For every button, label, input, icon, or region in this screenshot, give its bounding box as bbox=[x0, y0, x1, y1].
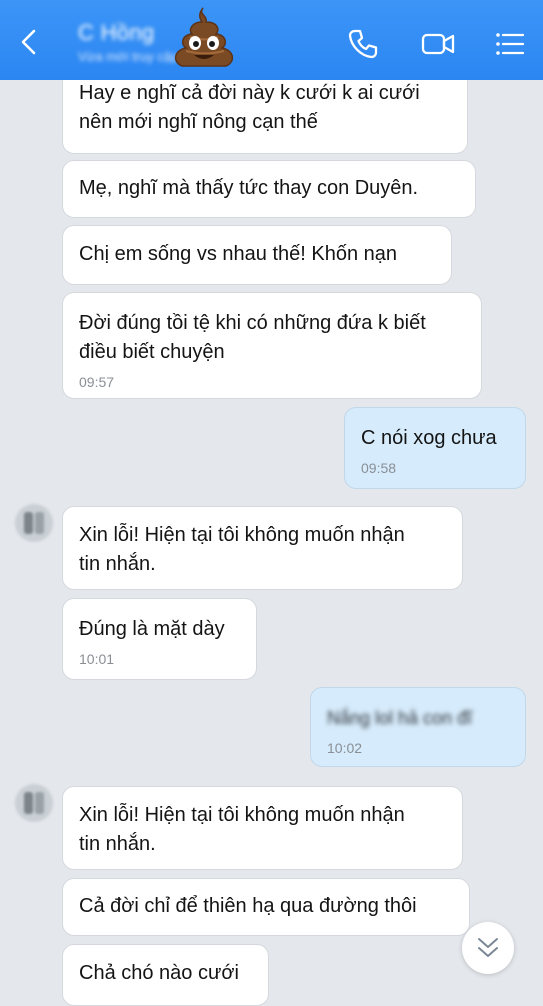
chat-header: C Hồng Vừa mới truy cập bbox=[0, 0, 543, 80]
message-bubble-sent[interactable]: C nói xog chưa 09:58 bbox=[344, 407, 526, 489]
message-bubble-received[interactable]: Đời đúng tồi tệ khi có những đứa k biết … bbox=[62, 292, 482, 399]
contact-name: C Hồng bbox=[78, 20, 155, 45]
message-text: tin nhắn. bbox=[79, 833, 156, 855]
message-bubble-received[interactable]: Chị em sống vs nhau thế! Khốn nạn bbox=[62, 225, 452, 285]
scroll-to-bottom-button[interactable] bbox=[462, 922, 514, 974]
video-call-icon[interactable] bbox=[420, 26, 456, 62]
menu-icon[interactable] bbox=[492, 26, 528, 62]
message-bubble-received[interactable]: Xin lỗi! Hiện tại tôi không muốn nhận ti… bbox=[62, 786, 463, 870]
contact-info[interactable]: C Hồng Vừa mới truy cập bbox=[78, 20, 178, 64]
message-text: Hay e nghĩ cả đời này k cưới k ai cưới bbox=[79, 82, 420, 104]
message-text: Đúng là mặt dày bbox=[79, 618, 225, 640]
message-bubble-sent[interactable]: Nắng lol hả con đĩ 10:02 bbox=[310, 687, 526, 767]
contact-avatar[interactable] bbox=[15, 504, 53, 542]
message-bubble-received[interactable]: Mẹ, nghĩ mà thấy tức thay con Duyên. bbox=[62, 160, 476, 218]
poop-emoji-icon bbox=[174, 7, 234, 67]
message-text: Xin lỗi! Hiện tại tôi không muốn nhận bbox=[79, 804, 405, 826]
message-text: Cả đời chỉ để thiên hạ qua đường thôi bbox=[79, 895, 417, 917]
message-timestamp: 09:58 bbox=[361, 460, 397, 476]
message-text: C nói xog chưa bbox=[361, 427, 497, 449]
message-text: Xin lỗi! Hiện tại tôi không muốn nhận bbox=[79, 524, 405, 546]
message-text: Nắng lol hả con đĩ bbox=[327, 708, 473, 728]
message-text: Mẹ, nghĩ mà thấy tức thay con Duyên. bbox=[79, 177, 419, 199]
message-timestamp: 10:01 bbox=[79, 651, 115, 667]
message-text: điều biết chuyện bbox=[79, 341, 225, 363]
message-bubble-received[interactable]: Đúng là mặt dày 10:01 bbox=[62, 598, 257, 680]
contact-status: Vừa mới truy cập bbox=[78, 49, 179, 64]
double-chevron-down-icon bbox=[478, 938, 498, 957]
message-bubble-received[interactable]: Cả đời chỉ để thiên hạ qua đường thôi bbox=[62, 878, 470, 936]
phone-icon[interactable] bbox=[345, 26, 381, 62]
back-arrow-icon[interactable] bbox=[14, 27, 44, 57]
message-timestamp: 09:57 bbox=[79, 374, 115, 390]
message-bubble-received[interactable]: Chả chó nào cưới bbox=[62, 944, 269, 1006]
message-timestamp: 10:02 bbox=[327, 740, 363, 756]
contact-avatar[interactable] bbox=[15, 784, 53, 822]
message-text: Chả chó nào cưới bbox=[79, 962, 239, 984]
message-text: nên mới nghĩ nông cạn thế bbox=[79, 111, 318, 133]
message-text: Chị em sống vs nhau thế! Khốn nạn bbox=[79, 243, 397, 265]
message-text: tin nhắn. bbox=[79, 553, 156, 575]
message-text: Đời đúng tồi tệ khi có những đứa k biết bbox=[79, 312, 426, 334]
message-bubble-received[interactable]: Xin lỗi! Hiện tại tôi không muốn nhận ti… bbox=[62, 506, 463, 590]
